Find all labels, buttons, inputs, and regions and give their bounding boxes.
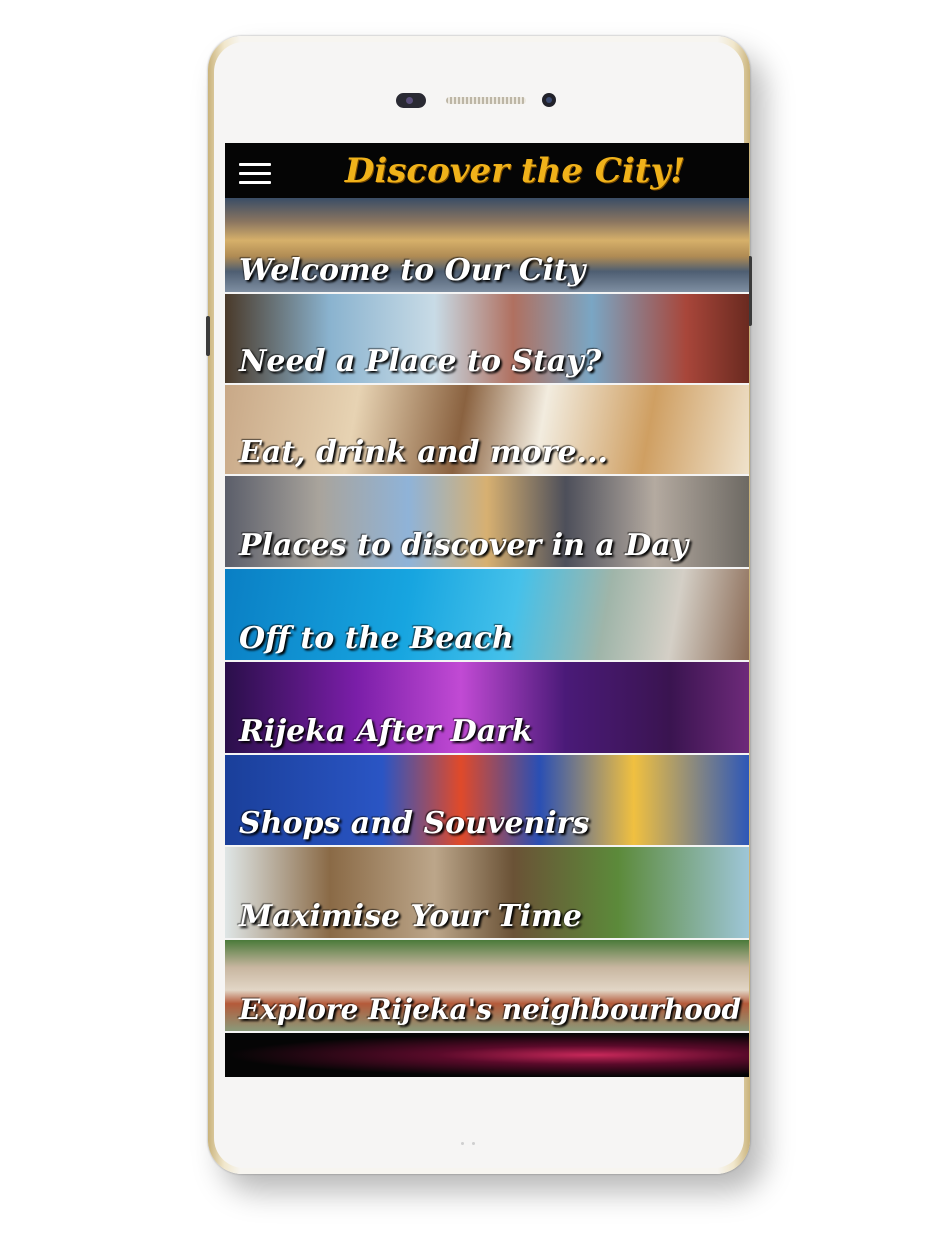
front-camera-icon [542, 93, 556, 107]
volume-button [206, 316, 210, 356]
menu-item-places-to-discover[interactable]: Places to discover in a Day [225, 476, 749, 569]
menu-item-after-dark[interactable]: Rijeka After Dark [225, 662, 749, 755]
menu-item-label: Need a Place to Stay? [239, 344, 602, 379]
earpiece-speaker [446, 97, 526, 104]
phone-body: Discover the City! Welcome to Our City N… [214, 42, 749, 1168]
menu-item-label: Eat, drink and more... [239, 435, 608, 470]
app-header: Discover the City! [225, 143, 749, 198]
menu-item-label: Maximise Your Time [239, 899, 582, 934]
menu-item-label: Shops and Souvenirs [239, 806, 590, 841]
menu-item-shops-souvenirs[interactable]: Shops and Souvenirs [225, 755, 749, 847]
phone-frame: Discover the City! Welcome to Our City N… [206, 36, 752, 1174]
menu-item-label: Off to the Beach [239, 621, 514, 656]
hamburger-menu-icon[interactable] [239, 163, 271, 185]
sensor-icon [396, 93, 426, 108]
bottom-indicator [457, 1130, 507, 1145]
app-screen: Discover the City! Welcome to Our City N… [225, 143, 749, 1077]
menu-item-label: Explore Rijeka's neighbourhood [239, 993, 742, 1026]
menu-item-welcome[interactable]: Welcome to Our City [225, 198, 749, 294]
menu-item-eat-drink[interactable]: Eat, drink and more... [225, 385, 749, 476]
app-title: Discover the City! [344, 151, 686, 191]
menu-item-label: Places to discover in a Day [239, 528, 689, 563]
menu-item-label: Welcome to Our City [239, 253, 586, 288]
menu-item-partial[interactable] [225, 1033, 749, 1077]
menu-item-accommodation[interactable]: Need a Place to Stay? [225, 294, 749, 385]
menu-item-maximise-time[interactable]: Maximise Your Time [225, 847, 749, 940]
menu-item-beach[interactable]: Off to the Beach [225, 569, 749, 662]
menu-item-neighbourhood[interactable]: Explore Rijeka's neighbourhood [225, 940, 749, 1033]
menu-item-label: Rijeka After Dark [239, 714, 533, 749]
